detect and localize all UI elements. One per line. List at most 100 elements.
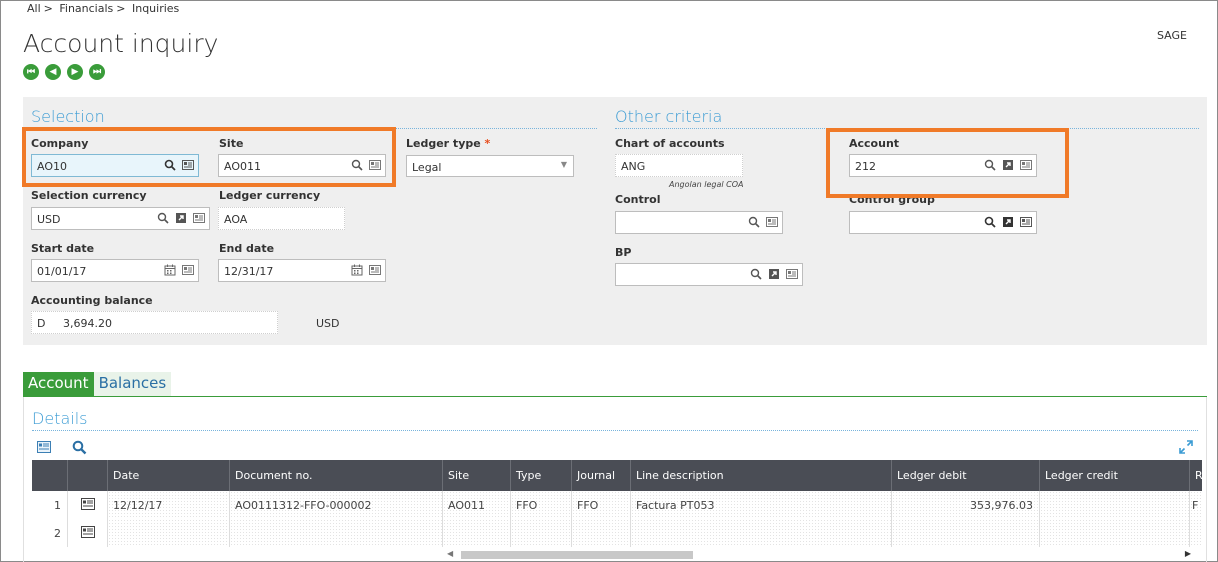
cell-ledger-debit: [892, 519, 1040, 547]
cell-ledger-credit: [1040, 519, 1190, 547]
ledger-type-select[interactable]: Legal ▼: [406, 155, 574, 177]
breadcrumb-inquiries[interactable]: Inquiries: [132, 2, 179, 15]
grid-col-rownum: [32, 460, 68, 491]
detail-card-icon[interactable]: [182, 264, 194, 276]
next-record-icon[interactable]: ▶: [67, 64, 83, 80]
grid-col-site[interactable]: Site: [443, 460, 511, 491]
control-label: Control: [615, 193, 661, 206]
cell-r: [1190, 519, 1202, 547]
detail-card-icon[interactable]: [369, 264, 381, 276]
calendar-icon[interactable]: [351, 264, 363, 276]
open-link-icon[interactable]: [1002, 216, 1014, 228]
detail-card-icon[interactable]: [766, 216, 778, 228]
scroll-right-icon[interactable]: ▶: [1185, 549, 1191, 558]
tab-bar: Account Balances: [23, 372, 172, 396]
cell-ledger-credit: [1040, 491, 1190, 519]
control-group-field[interactable]: [849, 211, 1037, 234]
end-date-field[interactable]: 12/31/17: [218, 259, 386, 282]
horizontal-scrollbar[interactable]: ◀ ▶: [445, 549, 1195, 561]
breadcrumb: All > Financials > Inquiries: [27, 2, 180, 15]
cell-document: [230, 519, 443, 547]
balance-amount: 3,694.20: [62, 317, 112, 330]
cell-date: [108, 519, 230, 547]
details-section-title: Details: [32, 409, 88, 428]
highlight-company-site: [22, 127, 396, 187]
end-date-value: 12/31/17: [224, 265, 274, 278]
cell-line-description: [631, 519, 892, 547]
table-options-icon[interactable]: [37, 441, 51, 453]
grid-header: Date Document no. Site Type Journal Line…: [32, 460, 1203, 491]
table-row[interactable]: 2: [32, 519, 1202, 547]
page-title: Account inquiry: [23, 29, 219, 58]
table-row[interactable]: 1 12/12/17 AO0111312-FFO-000002 AO011 FF…: [32, 491, 1202, 519]
cell-type: FFO: [511, 491, 572, 519]
details-divider: [32, 430, 1198, 431]
bp-field[interactable]: [615, 263, 803, 286]
grid-col-line-description[interactable]: Line description: [631, 460, 892, 491]
cell-line-description: Factura PT053: [631, 491, 892, 519]
ledger-type-value: Legal: [412, 161, 442, 174]
grid-col-r[interactable]: R: [1190, 460, 1203, 491]
accounting-balance-field: D 3,694.20: [31, 311, 278, 334]
search-icon[interactable]: [984, 216, 996, 228]
chart-of-accounts-value: ANG: [621, 160, 646, 173]
ledger-currency-label: Ledger currency: [219, 189, 321, 202]
calendar-icon[interactable]: [164, 264, 176, 276]
tab-account[interactable]: Account: [23, 372, 94, 396]
start-date-label: Start date: [31, 242, 95, 255]
search-icon[interactable]: [157, 212, 169, 224]
cell-r: F: [1190, 491, 1202, 519]
cell-ledger-debit: 353,976.03: [892, 491, 1040, 519]
scrollbar-thumb[interactable]: [461, 551, 693, 559]
cell-site: [443, 519, 511, 547]
grid-col-action: [68, 460, 108, 491]
grid-col-ledger-debit[interactable]: Ledger debit: [892, 460, 1040, 491]
chart-of-accounts-description: Angolan legal COA: [669, 180, 744, 189]
record-navigation: ⏮ ◀ ▶ ⏭: [23, 64, 105, 80]
start-date-field[interactable]: 01/01/17: [31, 259, 199, 282]
expand-icon[interactable]: [1179, 440, 1193, 454]
grid-col-date[interactable]: Date: [108, 460, 230, 491]
tab-balances[interactable]: Balances: [93, 372, 172, 396]
highlight-account: [826, 128, 1069, 198]
row-detail-icon[interactable]: [81, 526, 95, 538]
bp-label: BP: [615, 246, 632, 259]
grid-col-document[interactable]: Document no.: [230, 460, 443, 491]
chart-of-accounts-label: Chart of accounts: [615, 137, 725, 150]
cell-type: [511, 519, 572, 547]
grid-col-ledger-credit[interactable]: Ledger credit: [1040, 460, 1190, 491]
cell-journal: [572, 519, 631, 547]
last-record-icon[interactable]: ⏭: [89, 64, 105, 80]
required-marker: *: [484, 137, 491, 150]
search-icon[interactable]: [72, 440, 87, 455]
control-field[interactable]: [615, 211, 783, 234]
detail-card-icon[interactable]: [193, 212, 205, 224]
selection-currency-value: USD: [37, 213, 61, 226]
open-link-icon[interactable]: [768, 268, 780, 280]
start-date-value: 01/01/17: [37, 265, 87, 278]
row-number: 2: [32, 519, 68, 547]
first-record-icon[interactable]: ⏮: [23, 64, 39, 80]
search-icon[interactable]: [750, 268, 762, 280]
breadcrumb-financials[interactable]: Financials: [59, 2, 113, 15]
scroll-left-icon[interactable]: ◀: [447, 549, 453, 558]
cell-site: AO011: [443, 491, 511, 519]
selection-currency-field[interactable]: USD: [31, 207, 210, 230]
grid-col-type[interactable]: Type: [511, 460, 572, 491]
detail-card-icon[interactable]: [786, 268, 798, 280]
row-number: 1: [32, 491, 68, 519]
detail-card-icon[interactable]: [1020, 216, 1032, 228]
grid-col-journal[interactable]: Journal: [572, 460, 631, 491]
balance-sign: D: [37, 317, 46, 330]
search-icon[interactable]: [748, 216, 760, 228]
cell-document[interactable]: AO0111312-FFO-000002: [230, 491, 443, 519]
cell-date: 12/12/17: [108, 491, 230, 519]
ledger-type-label: Ledger type *: [406, 137, 491, 150]
selection-currency-label: Selection currency: [31, 189, 147, 202]
selection-section-title: Selection: [31, 107, 105, 126]
breadcrumb-all[interactable]: All: [27, 2, 41, 15]
previous-record-icon[interactable]: ◀: [45, 64, 61, 80]
window-frame: All > Financials > Inquiries Account inqui…: [0, 0, 1218, 562]
row-detail-icon[interactable]: [81, 498, 95, 510]
open-link-icon[interactable]: [175, 212, 187, 224]
